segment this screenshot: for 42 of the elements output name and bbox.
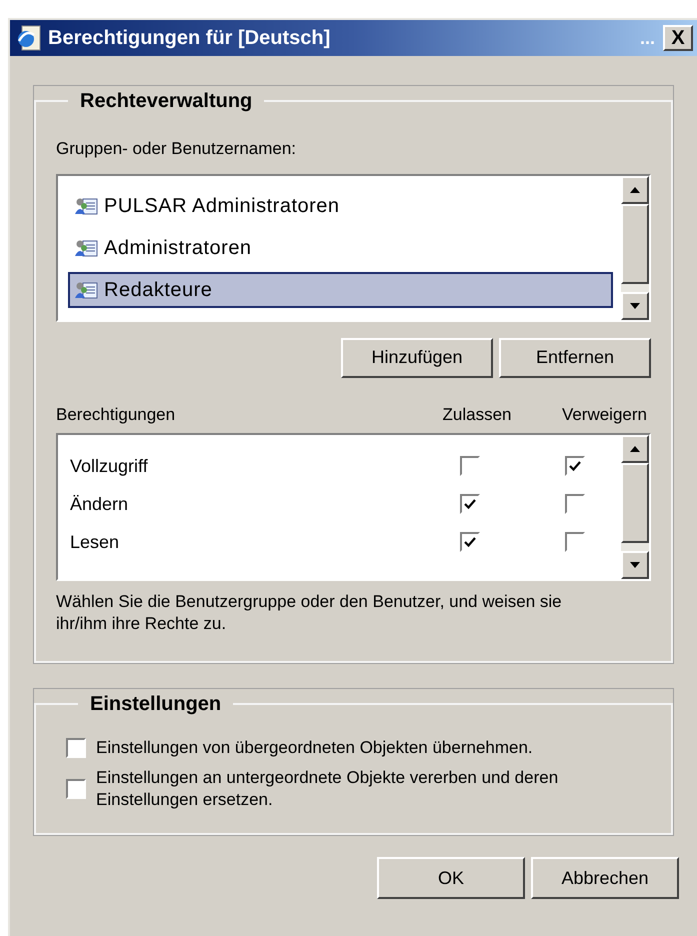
group-list-item[interactable]: Redakteure [68, 272, 613, 308]
user-group-icon [74, 238, 98, 258]
option-label: Einstellungen von übergeordneten Objekten übernehmen. [96, 737, 533, 759]
permission-name: Lesen [70, 530, 120, 554]
permission-name: Vollzugriff [70, 454, 149, 478]
scroll-up-button[interactable] [621, 176, 649, 204]
group-list-item[interactable]: Administratoren [68, 230, 613, 266]
title-ellipsis: ... [640, 26, 655, 50]
user-group-icon [74, 196, 98, 216]
groups-label: Gruppen- oder Benutzernamen: [56, 138, 298, 160]
user-group-icon [74, 280, 98, 300]
dialog-button[interactable]: Abbrechen [531, 857, 679, 899]
column-header: Berechtigungen [56, 404, 176, 426]
group-scrollbar[interactable] [621, 176, 649, 320]
column-header: Verweigern [560, 404, 647, 426]
close-button[interactable]: X [663, 25, 693, 51]
dialog-button[interactable]: OK [377, 857, 525, 899]
permission-name: Ändern [70, 492, 130, 516]
check-icon [569, 460, 581, 472]
scroll-down-button[interactable] [621, 292, 649, 320]
scroll-thumb[interactable] [621, 463, 649, 543]
arrow-down-icon [630, 562, 640, 568]
arrow-down-icon [630, 302, 640, 308]
add-button[interactable]: Hinzufügen [341, 338, 493, 378]
scroll-down-button[interactable] [621, 551, 649, 579]
window-title: Berechtigungen für [Deutsch] [48, 26, 330, 51]
group-title: Rechteverwaltung [79, 89, 254, 114]
group-list-item[interactable]: PULSAR Administratoren [68, 188, 613, 224]
scroll-up-button[interactable] [621, 435, 649, 463]
option-checkbox[interactable] [66, 738, 86, 758]
group-title: Einstellungen [89, 692, 222, 717]
check-icon [464, 536, 476, 548]
option-label: Einstellungen an untergeordnete Objekte vererben und deren Einstellungen ersetzen. [96, 767, 560, 811]
permission-scrollbar[interactable] [621, 435, 649, 579]
check-icon [464, 498, 476, 510]
option-checkbox[interactable] [66, 779, 86, 799]
hint-text: Wählen Sie die Benutzergruppe oder den Benutzer, und weisen sie ihr/ihm ihre Rechte zu. [56, 591, 563, 635]
remove-button[interactable]: Entfernen [499, 338, 651, 378]
scroll-thumb[interactable] [621, 204, 649, 284]
arrow-up-icon [630, 446, 640, 452]
arrow-up-icon [630, 186, 640, 192]
column-header: Zulassen [442, 404, 512, 426]
